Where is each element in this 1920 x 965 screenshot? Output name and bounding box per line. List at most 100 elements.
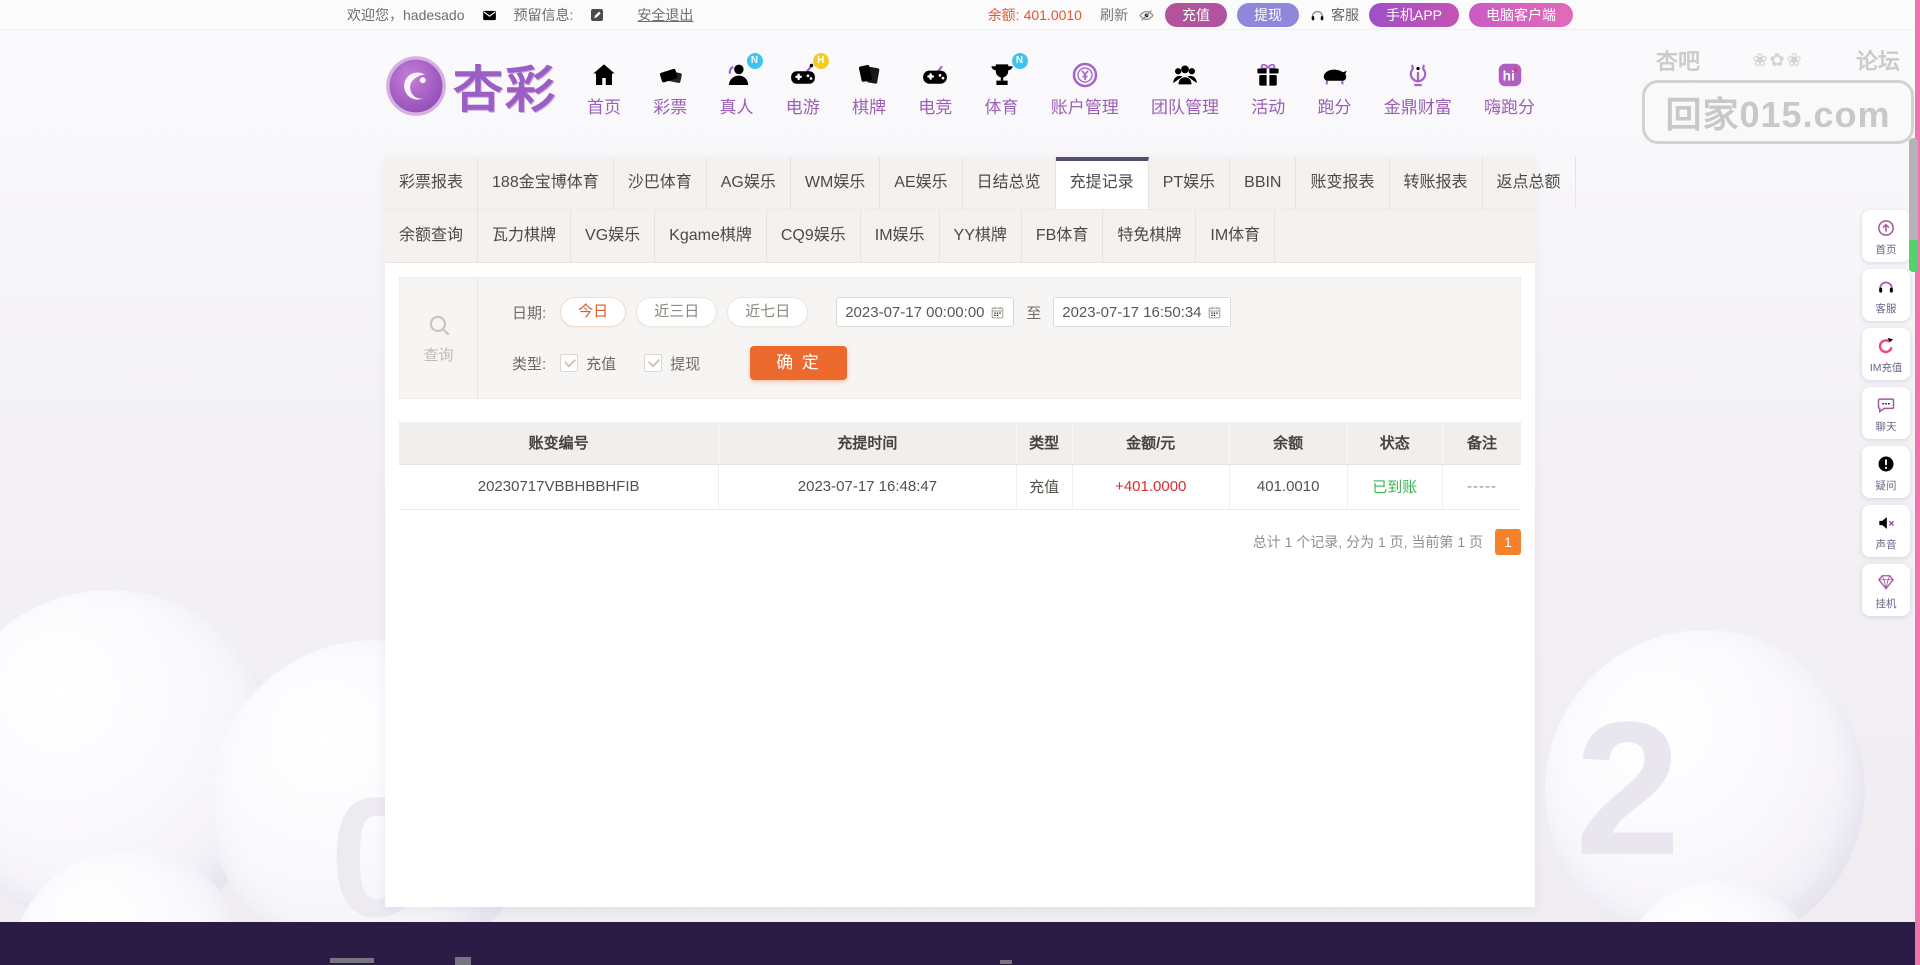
pagination-summary: 总计 1 个记录, 分为 1 页, 当前第 1 页 xyxy=(1252,534,1483,550)
nav-item-rhino[interactable]: 跑分 xyxy=(1318,60,1352,118)
nav-item-label: 跑分 xyxy=(1317,98,1352,117)
sidebar-item-question[interactable]: 疑问 xyxy=(1862,446,1910,498)
sidebar-item-headset[interactable]: 客服 xyxy=(1862,269,1910,321)
nav-item-label: 棋牌 xyxy=(852,98,886,117)
tab-彩票报表[interactable]: 彩票报表 xyxy=(385,157,479,209)
tab-日结总览[interactable]: 日结总览 xyxy=(963,157,1056,209)
nav-item-label: 首页 xyxy=(587,98,621,117)
balance-value: 401.0010 xyxy=(1023,7,1082,23)
sidebar-item-label: IM充值 xyxy=(1869,362,1903,374)
sidebar-item-label: 疑问 xyxy=(1875,480,1897,492)
badge-h: H xyxy=(812,53,829,69)
balance-text: 余额: 401.0010 xyxy=(987,7,1082,23)
nav-item-label: 账户管理 xyxy=(1050,98,1119,117)
esports-icon xyxy=(920,60,950,90)
tab-IM体育[interactable]: IM体育 xyxy=(1196,210,1276,262)
nav-item-account[interactable]: 账户管理 xyxy=(1051,60,1119,118)
date-to-input[interactable]: 2023-07-17 16:50:34 xyxy=(1053,297,1232,327)
scrollbar-thumb-green[interactable] xyxy=(1909,240,1918,272)
table-cell: +401.0000 xyxy=(1072,464,1230,510)
mobile-app-button[interactable]: 手机APP xyxy=(1368,3,1459,27)
tab-充提记录[interactable]: 充提记录 xyxy=(1055,157,1149,209)
sidebar-item-chat[interactable]: 聊天 xyxy=(1862,387,1910,439)
diamond-icon xyxy=(1876,572,1896,592)
sidebar-item-diamond[interactable]: 挂机 xyxy=(1862,564,1910,616)
sidebar-item-top[interactable]: 首页 xyxy=(1862,210,1910,262)
tab-YY棋牌[interactable]: YY棋牌 xyxy=(940,210,1022,262)
eye-off-icon[interactable] xyxy=(1138,7,1155,24)
nav-item-gift[interactable]: 活动 xyxy=(1251,60,1285,118)
nav-item-lottery[interactable]: 彩票 xyxy=(653,60,687,118)
confirm-button[interactable]: 确 定 xyxy=(750,346,847,380)
tab-余额查询[interactable]: 余额查询 xyxy=(385,210,479,262)
tab-IM娱乐[interactable]: IM娱乐 xyxy=(861,210,940,262)
pc-client-button[interactable]: 电脑客户端 xyxy=(1469,3,1573,27)
tab-FB体育[interactable]: FB体育 xyxy=(1022,210,1104,262)
nav-item-home[interactable]: 首页 xyxy=(587,60,621,118)
badge-n: N xyxy=(1011,53,1028,69)
tab-瓦力棋牌[interactable]: 瓦力棋牌 xyxy=(478,210,572,262)
type-checkbox-label: 提现 xyxy=(670,355,701,373)
team-icon xyxy=(1170,60,1200,90)
mail-icon[interactable] xyxy=(481,7,498,24)
tab-188金宝博体育[interactable]: 188金宝博体育 xyxy=(478,157,614,209)
service-label: 客服 xyxy=(1330,7,1359,23)
tab-返点总额[interactable]: 返点总额 xyxy=(1483,157,1576,209)
nav-item-cards[interactable]: 棋牌 xyxy=(852,60,886,118)
type-checkbox-label: 充值 xyxy=(586,355,617,373)
table-header-cell: 金额/元 xyxy=(1072,422,1230,465)
tab-AG娱乐[interactable]: AG娱乐 xyxy=(707,157,791,209)
sidebar-item-mute[interactable]: 声音 xyxy=(1862,505,1910,557)
mute-icon xyxy=(1876,513,1896,533)
type-checkbox-提现[interactable]: 提现 xyxy=(644,353,700,374)
nav-item-live[interactable]: N 真人 xyxy=(720,53,763,118)
date-preset-近七日[interactable]: 近七日 xyxy=(727,297,809,327)
nav-item-sports[interactable]: N 体育 xyxy=(985,53,1028,118)
tab-CQ9娱乐[interactable]: CQ9娱乐 xyxy=(767,210,861,262)
chat-icon xyxy=(1876,395,1896,415)
tab-Kgame棋牌[interactable]: Kgame棋牌 xyxy=(655,210,767,262)
tab-BBIN[interactable]: BBIN xyxy=(1230,157,1297,209)
table-cell: 401.0010 xyxy=(1229,464,1348,510)
tab-AE娱乐[interactable]: AE娱乐 xyxy=(880,157,963,209)
tab-转账报表[interactable]: 转账报表 xyxy=(1390,157,1483,209)
question-icon xyxy=(1876,454,1896,474)
main-header: 杏彩 首页 彩票 N 真人 H 电游 棋牌 电竞 N 体育 账户管理 团队管理 活动 跑分 金鼎财富 嗨跑分 xyxy=(0,30,1920,142)
type-checkbox-充值[interactable]: 充值 xyxy=(560,353,616,374)
nav-item-label: 金鼎财富 xyxy=(1383,98,1452,117)
deposit-button[interactable]: 充值 xyxy=(1164,3,1227,27)
tab-沙巴体育[interactable]: 沙巴体育 xyxy=(614,157,707,209)
table-cell: 20230717VBBHBBHFIB xyxy=(399,464,720,510)
top-bar: 欢迎您，hadesado 预留信息: 安全退出 余额: 401.0010 刷新 充… xyxy=(0,0,1920,30)
tab-特免棋牌[interactable]: 特免棋牌 xyxy=(1103,210,1197,262)
sidebar-item-label: 首页 xyxy=(1875,244,1897,256)
tab-账变报表[interactable]: 账变报表 xyxy=(1296,157,1390,209)
refresh-link[interactable]: 刷新 xyxy=(1100,5,1128,25)
brand-logo[interactable]: 杏彩 xyxy=(385,50,557,122)
nav-item-wealth[interactable]: 金鼎财富 xyxy=(1384,60,1452,118)
filter-panel: 查询 日期: 今日 近三日 近七日 2023-07-17 00:00:00 至 20… xyxy=(399,277,1521,399)
tab-WM娱乐[interactable]: WM娱乐 xyxy=(791,157,881,209)
edit-icon[interactable] xyxy=(589,7,605,23)
sidebar-item-im-recharge[interactable]: IM充值 xyxy=(1862,328,1910,380)
brand-logo-icon xyxy=(386,56,446,116)
nav-item-hi[interactable]: 嗨跑分 xyxy=(1484,60,1535,118)
nav-item-egame[interactable]: H 电游 xyxy=(786,53,829,118)
logout-link[interactable]: 安全退出 xyxy=(637,5,693,25)
date-preset-今日[interactable]: 今日 xyxy=(560,297,627,327)
tab-PT娱乐[interactable]: PT娱乐 xyxy=(1149,157,1231,209)
date-from-input[interactable]: 2023-07-17 00:00:00 xyxy=(836,297,1015,327)
service-link[interactable]: 客服 xyxy=(1309,5,1359,25)
scrollbar-thumb[interactable] xyxy=(1909,138,1918,240)
sidebar-item-label: 挂机 xyxy=(1875,598,1897,610)
page-button-1[interactable]: 1 xyxy=(1495,529,1521,555)
nav-item-team[interactable]: 团队管理 xyxy=(1151,60,1219,118)
nav-item-esports[interactable]: 电竞 xyxy=(918,60,952,118)
footer-mark xyxy=(455,957,471,965)
withdraw-button[interactable]: 提现 xyxy=(1236,3,1299,27)
tab-VG娱乐[interactable]: VG娱乐 xyxy=(571,210,656,262)
home-icon xyxy=(589,60,619,90)
date-preset-近三日[interactable]: 近三日 xyxy=(636,297,718,327)
hi-icon xyxy=(1495,60,1525,90)
table-cell: 2023-07-17 16:48:47 xyxy=(718,464,1017,510)
